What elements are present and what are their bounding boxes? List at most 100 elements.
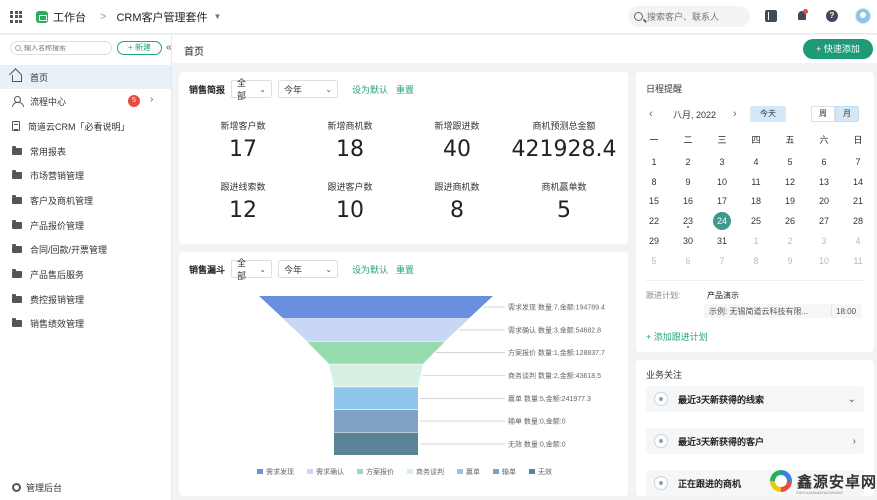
sidebar-item-expenses[interactable]: 费控报销管理 xyxy=(0,287,171,311)
stat-followed-customers[interactable]: 跟进客户数 10 xyxy=(305,180,395,223)
app-name[interactable]: CRM客户管理套件 xyxy=(116,9,207,25)
funnel-segment-3[interactable] xyxy=(329,364,423,387)
legend-label[interactable]: 输单 xyxy=(502,467,516,476)
sidebar-item-after-sales[interactable]: 产品售后服务 xyxy=(0,262,171,286)
stat-forecast-amount[interactable]: 商机预测总金额 421928.4 xyxy=(509,119,619,162)
funnel-segment-2[interactable] xyxy=(307,341,445,364)
calendar-day[interactable]: 21 xyxy=(841,191,875,211)
calendar-day[interactable]: 13 xyxy=(807,172,841,192)
calendar-day[interactable]: 3 xyxy=(705,152,739,172)
calendar-day[interactable]: 29 xyxy=(637,231,671,251)
calendar-day[interactable]: 9 xyxy=(773,251,807,271)
sidebar-item-quotes[interactable]: 产品报价管理 xyxy=(0,213,171,237)
legend-label[interactable]: 方案报价 xyxy=(366,467,394,476)
calendar-day[interactable]: 22 xyxy=(637,211,671,231)
month-view-button[interactable]: 月 xyxy=(835,106,859,122)
followup-item[interactable]: 示例: 无锡简道云科技有限... 18:00 xyxy=(704,304,862,318)
calendar-day[interactable]: 2 xyxy=(671,152,705,172)
apps-grid-icon[interactable] xyxy=(10,10,22,23)
week-view-button[interactable]: 周 xyxy=(811,106,835,122)
calendar-day[interactable]: 5 xyxy=(637,251,671,271)
stat-won-deals[interactable]: 商机赢单数 5 xyxy=(519,180,609,223)
funnel-segment-6[interactable] xyxy=(334,432,418,455)
quick-add-button[interactable]: + 快速添加 xyxy=(803,39,873,59)
calendar-day[interactable]: 24 xyxy=(705,211,739,231)
global-search[interactable] xyxy=(628,6,750,27)
user-avatar[interactable] xyxy=(855,8,871,24)
collapse-sidebar-icon[interactable]: « xyxy=(166,42,172,53)
calendar-day[interactable]: 11 xyxy=(739,172,773,192)
sidebar-search-input[interactable] xyxy=(24,44,104,52)
chevron-down-icon[interactable]: ⌄ xyxy=(848,394,856,405)
prev-month-icon[interactable]: ‹ xyxy=(649,108,653,120)
calendar-day[interactable]: 17 xyxy=(705,191,739,211)
stat-followed-opportunities[interactable]: 跟进商机数 8 xyxy=(412,180,502,223)
stat-new-followups[interactable]: 新增跟进数 40 xyxy=(412,119,502,162)
set-default-link[interactable]: 设为默认 xyxy=(352,83,388,96)
sidebar-item-common-reports[interactable]: 常用报表 xyxy=(0,139,171,163)
workspace-link[interactable]: 工作台 xyxy=(53,9,86,25)
calendar-day[interactable]: 4 xyxy=(739,152,773,172)
sidebar-item-performance[interactable]: 销售绩效管理 xyxy=(0,311,171,335)
sidebar-item-home[interactable]: 首页 xyxy=(0,65,171,89)
calendar-day[interactable]: 6 xyxy=(807,152,841,172)
notification-bell-icon[interactable] xyxy=(796,9,808,22)
calendar-day[interactable]: 10 xyxy=(705,172,739,192)
calendar-day[interactable]: 11 xyxy=(841,251,875,271)
legend-label[interactable]: 商务谈判 xyxy=(416,467,444,476)
chevron-right-icon[interactable]: › xyxy=(150,94,153,105)
calendar-day[interactable]: 20 xyxy=(807,191,841,211)
funnel-segment-0[interactable] xyxy=(259,296,493,319)
calendar-day[interactable]: 16 xyxy=(671,191,705,211)
calendar-day[interactable]: 2 xyxy=(773,231,807,251)
calendar-day[interactable]: 1 xyxy=(739,231,773,251)
calendar-day[interactable]: 5 xyxy=(773,152,807,172)
calendar-day[interactable]: 14 xyxy=(841,172,875,192)
calendar-day[interactable]: 28 xyxy=(841,211,875,231)
add-followup-button[interactable]: + 添加跟进计划 xyxy=(646,330,708,343)
calendar-day[interactable]: 3 xyxy=(807,231,841,251)
legend-label[interactable]: 赢单 xyxy=(466,467,480,476)
reset-link[interactable]: 重置 xyxy=(396,83,414,96)
legend-label[interactable]: 需求发现 xyxy=(266,467,294,476)
new-button[interactable]: + 新建 xyxy=(117,41,162,55)
calendar-day[interactable]: 23 xyxy=(671,211,705,231)
app-dropdown-icon[interactable]: ▼ xyxy=(214,12,222,21)
funnel-segment-5[interactable] xyxy=(334,410,418,433)
calendar-day[interactable]: 9 xyxy=(671,172,705,192)
admin-link[interactable]: 管理后台 xyxy=(12,481,62,494)
sidebar-search[interactable] xyxy=(10,41,112,55)
funnel-segment-1[interactable] xyxy=(283,318,469,341)
stat-new-customers[interactable]: 新增客户数 17 xyxy=(198,119,288,162)
calendar-day[interactable]: 27 xyxy=(807,211,841,231)
calendar-day[interactable]: 4 xyxy=(841,231,875,251)
sidebar-item-crm-guide[interactable]: 简道云CRM「必看说明」 xyxy=(0,114,171,138)
calendar-day[interactable]: 7 xyxy=(841,152,875,172)
calendar-day[interactable]: 8 xyxy=(637,172,671,192)
sidebar-item-process-center[interactable]: 流程中心 5 › xyxy=(0,89,171,113)
sidebar-item-marketing[interactable]: 市场营销管理 xyxy=(0,163,171,187)
calendar-day[interactable]: 19 xyxy=(773,191,807,211)
calendar-day[interactable]: 30 xyxy=(671,231,705,251)
sidebar-item-contracts[interactable]: 合同/回款/开票管理 xyxy=(0,237,171,261)
book-icon[interactable] xyxy=(765,10,777,22)
calendar-day[interactable]: 12 xyxy=(773,172,807,192)
help-icon[interactable]: ? xyxy=(826,10,838,22)
legend-label[interactable]: 需求确认 xyxy=(316,467,344,476)
period-select[interactable]: 今年 ⌄ xyxy=(278,80,339,98)
focus-item-new-leads[interactable]: 最近3天新获得的线索 ⌄ xyxy=(646,386,864,412)
today-button[interactable]: 今天 xyxy=(750,106,786,122)
calendar-day[interactable]: 1 xyxy=(637,152,671,172)
funnel-segment-4[interactable] xyxy=(334,387,418,410)
calendar-day[interactable]: 15 xyxy=(637,191,671,211)
calendar-day[interactable]: 8 xyxy=(739,251,773,271)
calendar-day[interactable]: 7 xyxy=(705,251,739,271)
stat-new-opportunities[interactable]: 新增商机数 18 xyxy=(305,119,395,162)
chevron-right-icon[interactable]: › xyxy=(853,436,856,447)
legend-label[interactable]: 无效 xyxy=(538,467,552,476)
global-search-input[interactable] xyxy=(647,11,742,22)
next-month-icon[interactable]: › xyxy=(733,108,737,120)
calendar-day[interactable]: 31 xyxy=(705,231,739,251)
calendar-day[interactable]: 25 xyxy=(739,211,773,231)
sidebar-item-customers[interactable]: 客户及商机管理 xyxy=(0,188,171,212)
